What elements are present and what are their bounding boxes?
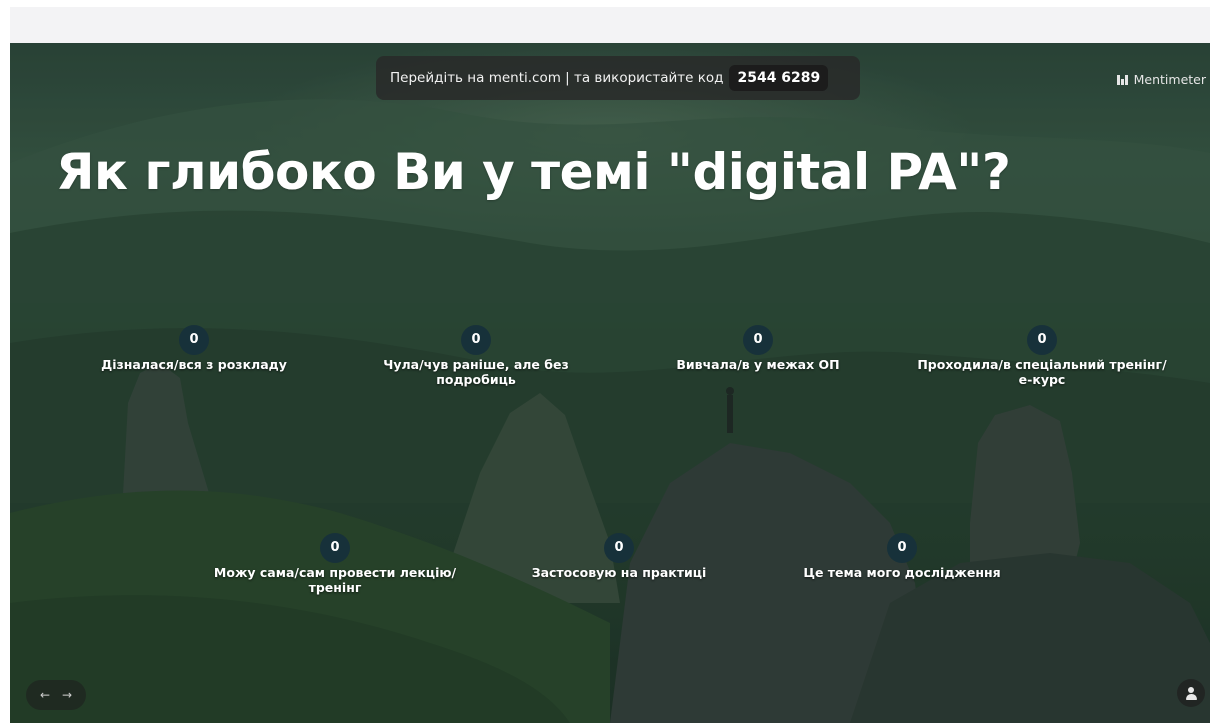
option-label: Застосовую на практиці: [531, 565, 707, 580]
option-label: Можу сама/сам провести лекцію/ тренінг: [213, 565, 457, 595]
brand-name: Mentimeter: [1133, 72, 1206, 87]
presentation-slide: Перейдіть на menti.com | та використайте…: [10, 43, 1210, 723]
option-label: Це тема мого дослідження: [803, 565, 1001, 580]
option-item: 0 Це тема мого дослідження: [777, 533, 1027, 580]
arrow-right-icon[interactable]: →: [62, 688, 72, 702]
option-count-badge: 0: [320, 533, 350, 563]
option-item: 0 Застосовую на практиці: [499, 533, 739, 580]
top-strip: [10, 7, 1210, 43]
slide-navigation: ← →: [26, 680, 86, 710]
option-label: Чула/чув раніше, але без подробиць: [383, 357, 569, 387]
option-item: 0 Чула/чув раніше, але без подробиць: [356, 325, 596, 387]
option-item: 0 Вивчала/в у межах ОП: [638, 325, 878, 372]
join-instructions-bar: Перейдіть на menti.com | та використайте…: [376, 56, 860, 100]
option-count-badge: 0: [1027, 325, 1057, 355]
option-count-badge: 0: [887, 533, 917, 563]
option-label: Проходила/в спеціальний тренінг/ е-курс: [917, 357, 1167, 387]
mentimeter-brand: Mentimeter: [1116, 72, 1206, 87]
arrow-left-icon[interactable]: ←: [40, 688, 50, 702]
question-title: Як глибоко Ви у темі "digital PA"?: [56, 143, 1011, 201]
option-label: Вивчала/в у межах ОП: [676, 357, 840, 372]
option-item: 0 Можу сама/сам провести лекцію/ тренінг: [195, 533, 475, 595]
option-label: Дізналася/вся з розкладу: [101, 357, 287, 372]
join-instruction-text: Перейдіть на menti.com | та використайте…: [390, 70, 724, 86]
person-icon: [1188, 687, 1194, 693]
option-count-badge: 0: [179, 325, 209, 355]
option-count-badge: 0: [604, 533, 634, 563]
mentimeter-logo-icon: [1116, 74, 1129, 85]
browser-top-strip: [0, 0, 1210, 43]
voting-code: 2544 6289: [729, 65, 829, 91]
participants-button[interactable]: [1177, 679, 1205, 707]
option-count-badge: 0: [743, 325, 773, 355]
option-item: 0 Дізналася/вся з розкладу: [74, 325, 314, 372]
option-item: 0 Проходила/в спеціальний тренінг/ е-кур…: [910, 325, 1174, 387]
option-count-badge: 0: [461, 325, 491, 355]
